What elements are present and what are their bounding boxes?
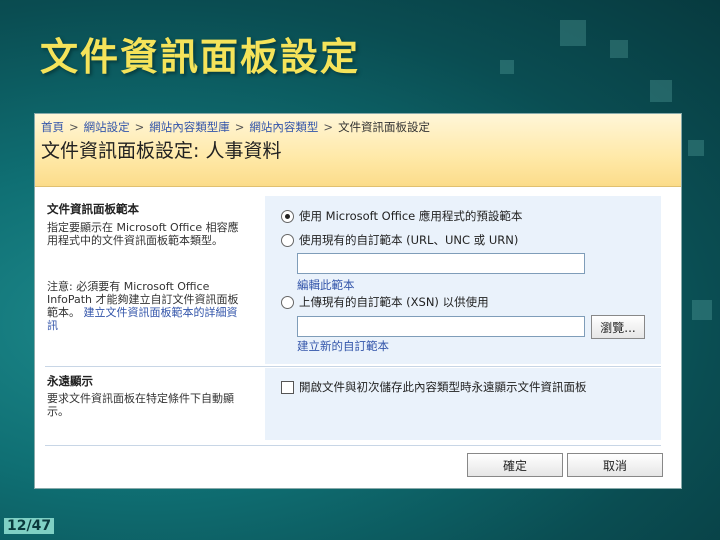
option-default-template[interactable]: 使用 Microsoft Office 應用程式的預設範本 xyxy=(281,208,522,224)
always-show-checkbox-label: 開啟文件與初次儲存此內容類型時永遠顯示文件資訊面板 xyxy=(299,380,587,394)
breadcrumb-separator: > xyxy=(234,120,245,134)
template-section-title: 文件資訊面板範本 xyxy=(47,202,139,216)
breadcrumb-separator: > xyxy=(134,120,145,134)
section-divider xyxy=(45,366,661,367)
page-header: 首頁 > 網站設定 > 網站內容類型庫 > 網站內容類型 > 文件資訊面板設定 文件資訊面板設定… xyxy=(35,114,681,187)
background-square xyxy=(650,80,672,102)
slide-title: 文件資訊面板設定 xyxy=(40,34,361,79)
background-square xyxy=(560,20,586,46)
breadcrumb-current: 文件資訊面板設定 xyxy=(338,120,431,134)
slide-number: 12/47 xyxy=(4,518,55,534)
ok-button[interactable]: 確定 xyxy=(467,453,563,477)
option-default-template-label: 使用 Microsoft Office 應用程式的預設範本 xyxy=(299,209,523,223)
always-show-option[interactable]: 開啟文件與初次儲存此內容類型時永遠顯示文件資訊面板 xyxy=(281,379,587,395)
breadcrumb-separator: > xyxy=(69,120,79,134)
always-show-checkbox[interactable] xyxy=(281,380,294,394)
background-square xyxy=(610,40,628,58)
background-square xyxy=(692,300,712,320)
template-section-note: 注意: 必須要有 Microsoft Office InfoPath 才能夠建立… xyxy=(47,280,247,332)
option-upload-template-label: 上傳現有的自訂範本 (XSN) 以供使用 xyxy=(299,295,489,309)
radio-default-template[interactable] xyxy=(281,209,294,223)
always-show-title: 永遠顯示 xyxy=(47,374,93,388)
radio-upload-template[interactable] xyxy=(281,295,294,309)
option-existing-template[interactable]: 使用現有的自訂範本 (URL、UNC 或 URN) xyxy=(281,232,518,248)
background-square xyxy=(688,140,704,156)
radio-existing-template[interactable] xyxy=(281,233,294,247)
template-section-description: 指定要顯示在 Microsoft Office 相容應用程式中的文件資訊面板範本… xyxy=(47,221,239,247)
settings-panel: 首頁 > 網站設定 > 網站內容類型庫 > 網站內容類型 > 文件資訊面板設定 文件資訊面板設定… xyxy=(34,113,682,489)
background-square xyxy=(500,60,514,74)
browse-button[interactable]: 瀏覽... xyxy=(591,315,645,339)
always-show-description: 要求文件資訊面板在特定條件下自動顯示。 xyxy=(47,392,234,418)
breadcrumb-site-settings[interactable]: 網站設定 xyxy=(84,120,130,134)
breadcrumb-home[interactable]: 首頁 xyxy=(41,120,64,134)
breadcrumb-separator: > xyxy=(323,120,334,134)
cancel-button[interactable]: 取消 xyxy=(567,453,663,477)
create-template-link[interactable]: 建立新的自訂範本 xyxy=(297,338,389,354)
breadcrumb: 首頁 > 網站設定 > 網站內容類型庫 > 網站內容類型 > 文件資訊面板設定 xyxy=(41,119,430,135)
breadcrumb-content-type-gallery[interactable]: 網站內容類型庫 xyxy=(149,120,230,134)
option-upload-template[interactable]: 上傳現有的自訂範本 (XSN) 以供使用 xyxy=(281,294,489,310)
page-title: 文件資訊面板設定: 人事資料 xyxy=(41,140,282,162)
buttons-divider xyxy=(45,445,661,446)
template-url-input[interactable] xyxy=(297,253,585,274)
breadcrumb-content-type[interactable]: 網站內容類型 xyxy=(249,120,318,134)
option-existing-template-label: 使用現有的自訂範本 (URL、UNC 或 URN) xyxy=(299,233,519,247)
upload-file-input[interactable] xyxy=(297,316,585,337)
edit-template-link[interactable]: 編輯此範本 xyxy=(297,277,355,293)
